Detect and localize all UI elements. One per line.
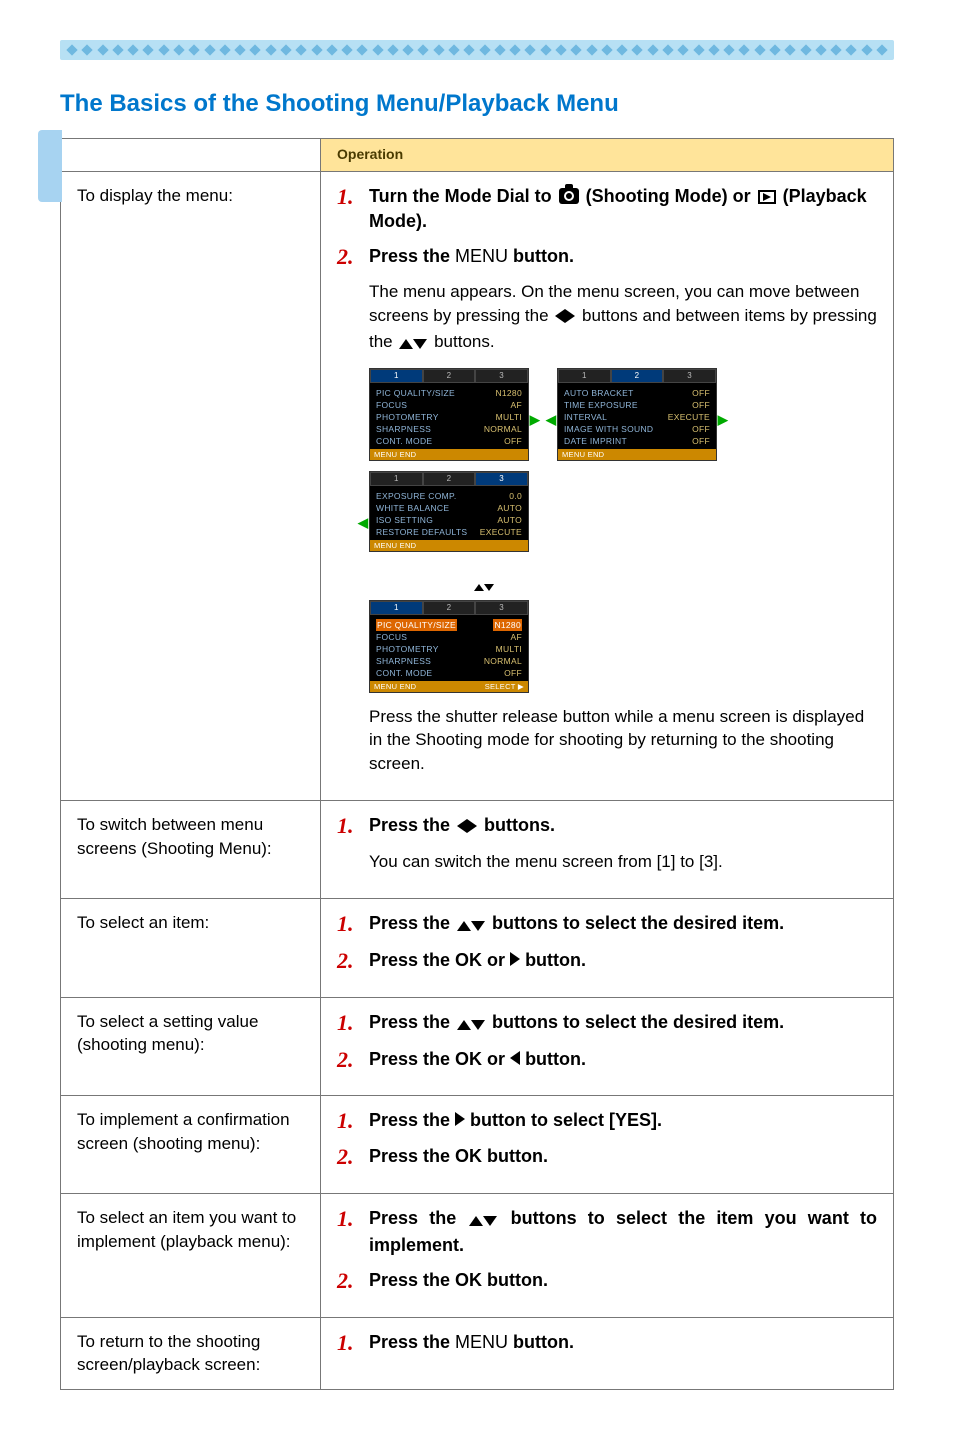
- body-text: You can switch the menu screen from [1] …: [369, 850, 877, 874]
- body-text: Press the shutter release button while a…: [369, 705, 877, 776]
- right-triangle-icon: [510, 952, 520, 966]
- row-display-menu-operation: 1 Turn the Mode Dial to (Shooting Mode) …: [321, 171, 894, 800]
- nav-right-icon: ▶: [530, 411, 540, 429]
- row-switch-screens-operation: 1 Press the buttons. You can switch the …: [321, 800, 894, 898]
- left-triangle-icon: [510, 1051, 520, 1065]
- menu-screen-3: ◀ 123 EXPOSURE COMP.0.0WHITE BALANCEAUTO…: [369, 471, 529, 552]
- up-down-icon: [399, 332, 427, 356]
- menu-screen-2: ◀ ▶ 123 AUTO BRACKETOFFTIME EXPOSUREOFFI…: [557, 368, 717, 461]
- row-select-item-label: To select an item:: [61, 898, 321, 997]
- step-number: 1: [337, 1330, 361, 1356]
- step-number: 1: [337, 1010, 361, 1037]
- step-text: Press the buttons to select the desired …: [369, 911, 877, 938]
- step-number: 1: [337, 1206, 361, 1258]
- step-number: 1: [337, 813, 361, 840]
- row-playback-item-label: To select an item you want to implement …: [61, 1193, 321, 1317]
- menu-screen-4: 123 PIC QUALITY/SIZEN1280FOCUSAFPHOTOMET…: [369, 600, 529, 693]
- step-number: 2: [337, 1144, 361, 1170]
- page: The Basics of the Shooting Menu/Playback…: [0, 0, 954, 1450]
- nav-left-icon: ◀: [546, 411, 556, 429]
- step-text: Press the OK button.: [369, 1268, 877, 1294]
- up-down-icon: [457, 1012, 485, 1037]
- row-return-label: To return to the shooting screen/playbac…: [61, 1317, 321, 1390]
- step-text: Press the OK or button.: [369, 948, 877, 974]
- header-blank: [61, 139, 321, 172]
- row-playback-item-operation: 1 Press the buttons to select the item y…: [321, 1193, 894, 1317]
- step-number: 1: [337, 184, 361, 234]
- decorative-diamond-bar: [60, 40, 894, 60]
- up-down-icon: [457, 913, 485, 938]
- instructions-table: Operation To display the menu: 1 Turn th…: [60, 138, 894, 1390]
- step-number: 2: [337, 948, 361, 974]
- row-select-item-operation: 1 Press the buttons to select the desire…: [321, 898, 894, 997]
- nav-right-icon: ▶: [718, 411, 728, 429]
- side-tab: [38, 130, 62, 202]
- step-text: Press the buttons to select the item you…: [369, 1206, 877, 1258]
- step-text: Press the OK button.: [369, 1144, 877, 1170]
- step-text: Turn the Mode Dial to (Shooting Mode) or…: [369, 184, 877, 234]
- menu-screen-1: ▶ 123 PIC QUALITY/SIZEN1280FOCUSAFPHOTOM…: [369, 368, 529, 461]
- row-select-value-label: To select a setting value (shooting menu…: [61, 997, 321, 1096]
- step-number: 1: [337, 1108, 361, 1134]
- left-right-icon: [457, 815, 477, 840]
- step-text: Press the MENU button.: [369, 244, 877, 270]
- row-switch-screens-label: To switch between menu screens (Shooting…: [61, 800, 321, 898]
- step-text: Press the OK or button.: [369, 1047, 877, 1073]
- body-text: The menu appears. On the menu screen, yo…: [369, 280, 877, 355]
- playback-icon: [758, 190, 776, 204]
- row-display-menu-label: To display the menu:: [61, 171, 321, 800]
- step-number: 2: [337, 1268, 361, 1294]
- step-text: Press the button to select [YES].: [369, 1108, 877, 1134]
- step-number: 2: [337, 244, 361, 270]
- menu-screenshots: ▶ 123 PIC QUALITY/SIZEN1280FOCUSAFPHOTOM…: [369, 368, 877, 693]
- nav-left-icon: ◀: [358, 514, 368, 532]
- row-return-operation: 1 Press the MENU button.: [321, 1317, 894, 1390]
- up-down-icon: [469, 1208, 497, 1233]
- left-right-icon: [555, 306, 575, 330]
- page-heading: The Basics of the Shooting Menu/Playback…: [60, 90, 894, 118]
- camera-icon: [559, 188, 579, 204]
- header-operation: Operation: [321, 139, 894, 172]
- step-number: 2: [337, 1047, 361, 1073]
- up-down-icon: [439, 574, 529, 598]
- step-text: Press the buttons.: [369, 813, 877, 840]
- step-text: Press the MENU button.: [369, 1330, 877, 1356]
- row-confirm-operation: 1 Press the button to select [YES]. 2 Pr…: [321, 1096, 894, 1194]
- step-text: Press the buttons to select the desired …: [369, 1010, 877, 1037]
- step-number: 1: [337, 911, 361, 938]
- row-select-value-operation: 1 Press the buttons to select the desire…: [321, 997, 894, 1096]
- row-confirm-label: To implement a confirmation screen (shoo…: [61, 1096, 321, 1194]
- right-triangle-icon: [455, 1112, 465, 1126]
